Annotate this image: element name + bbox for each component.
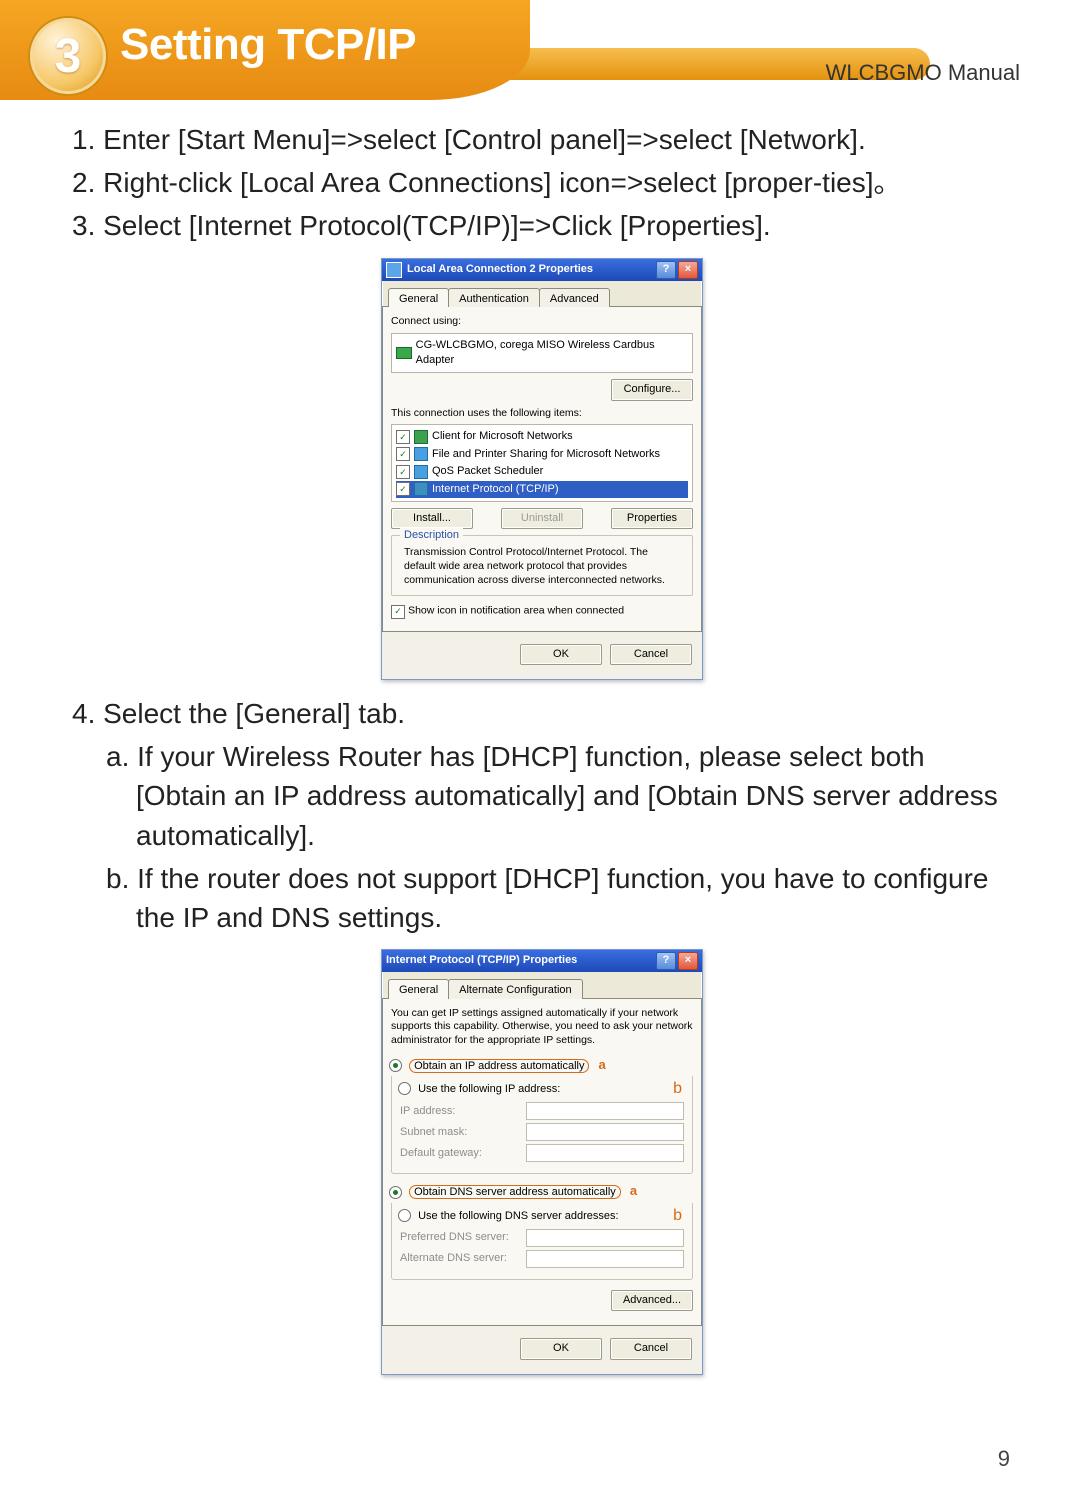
window-icon — [386, 262, 402, 278]
tcpip-icon — [414, 482, 428, 496]
item-tcpip: Internet Protocol (TCP/IP) — [432, 482, 559, 497]
panel-general: Connect using: CG-WLCBGMO, corega MISO W… — [382, 306, 702, 632]
ok-button[interactable]: OK — [520, 644, 602, 665]
step-3: 3. Select [Internet Protocol(TCP/IP)]=>C… — [72, 206, 1012, 245]
adns-input[interactable] — [526, 1250, 684, 1268]
chapter-title: Setting TCP/IP — [120, 20, 416, 70]
close-button[interactable]: × — [678, 261, 698, 279]
opt-manual-ip: Use the following IP address: — [418, 1083, 560, 1095]
cancel-button[interactable]: Cancel — [610, 1338, 692, 1359]
panel-general: You can get IP settings assigned automat… — [382, 998, 702, 1327]
manual-dns-block: b Use the following DNS server addresses… — [391, 1203, 693, 1280]
step-2: 2. Right-click [Local Area Connections] … — [72, 163, 1012, 202]
step-4: 4. Select the [General] tab. — [72, 694, 1012, 733]
titlebar: Local Area Connection 2 Properties ? × — [382, 259, 702, 281]
checkbox-icon[interactable]: ✓ — [396, 430, 410, 444]
description-label: Description — [400, 528, 463, 543]
fileprint-icon — [414, 447, 428, 461]
manual-ip-block: b Use the following IP address: IP addre… — [391, 1076, 693, 1174]
intro-text: You can get IP settings assigned automat… — [391, 1007, 693, 1048]
help-button[interactable]: ? — [656, 261, 676, 279]
pdns-input[interactable] — [526, 1229, 684, 1247]
annotation-a: a — [630, 1182, 637, 1200]
radio-manual-ip[interactable] — [398, 1082, 411, 1095]
radio-manual-dns[interactable] — [398, 1209, 411, 1222]
item-qos: QoS Packet Scheduler — [432, 464, 543, 479]
checkbox-icon[interactable]: ✓ — [396, 465, 410, 479]
items-list[interactable]: ✓ Client for Microsoft Networks ✓ File and… — [391, 424, 693, 502]
connect-using-label: Connect using: — [391, 315, 693, 329]
tab-advanced[interactable]: Advanced — [539, 288, 610, 307]
ip-input[interactable] — [526, 1102, 684, 1120]
item-fileprint: File and Printer Sharing for Microsoft N… — [432, 447, 660, 462]
ok-button[interactable]: OK — [520, 1338, 602, 1359]
cancel-button[interactable]: Cancel — [610, 644, 692, 665]
adapter-box: CG-WLCBGMO, corega MISO Wireless Cardbus… — [391, 333, 693, 374]
opt-auto-dns: Obtain DNS server address automatically — [409, 1185, 621, 1199]
annotation-a: a — [599, 1056, 606, 1074]
description-text: Transmission Control Protocol/Internet P… — [404, 546, 680, 587]
annotation-b: b — [673, 1205, 682, 1227]
radio-auto-dns[interactable] — [389, 1186, 402, 1199]
nic-icon — [396, 347, 412, 359]
tab-alternate[interactable]: Alternate Configuration — [448, 979, 583, 998]
tab-authentication[interactable]: Authentication — [448, 288, 540, 307]
properties-button[interactable]: Properties — [611, 508, 693, 529]
page-content: 1. Enter [Start Menu]=>select [Control p… — [0, 100, 1080, 1375]
window-title: Internet Protocol (TCP/IP) Properties — [386, 953, 577, 968]
checkbox-icon[interactable]: ✓ — [396, 482, 410, 496]
chapter-number-circle: 3 — [30, 18, 106, 94]
adns-label: Alternate DNS server: — [400, 1251, 520, 1266]
gw-input[interactable] — [526, 1144, 684, 1162]
opt-auto-ip: Obtain an IP address automatically — [409, 1059, 589, 1073]
checkbox-icon[interactable]: ✓ — [396, 447, 410, 461]
configure-button[interactable]: Configure... — [611, 379, 693, 400]
items-label: This connection uses the following items… — [391, 407, 693, 421]
opt-manual-dns: Use the following DNS server addresses: — [418, 1210, 619, 1222]
dialog-tcpip-properties: Internet Protocol (TCP/IP) Properties ? … — [381, 949, 703, 1375]
page-number: 9 — [998, 1446, 1010, 1472]
dialog-lac-properties: Local Area Connection 2 Properties ? × G… — [381, 258, 703, 681]
adapter-name: CG-WLCBGMO, corega MISO Wireless Cardbus… — [416, 338, 688, 369]
radio-auto-ip[interactable] — [389, 1059, 402, 1072]
step-1: 1. Enter [Start Menu]=>select [Control p… — [72, 120, 1012, 159]
help-button[interactable]: ? — [656, 952, 676, 970]
titlebar: Internet Protocol (TCP/IP) Properties ? … — [382, 950, 702, 972]
client-icon — [414, 430, 428, 444]
ip-label: IP address: — [400, 1104, 520, 1119]
gw-label: Default gateway: — [400, 1146, 520, 1161]
show-icon-label: Show icon in notification area when conn… — [408, 605, 624, 617]
uninstall-button: Uninstall — [501, 508, 583, 529]
annotation-b: b — [673, 1078, 682, 1100]
window-title: Local Area Connection 2 Properties — [407, 262, 593, 277]
item-client: Client for Microsoft Networks — [432, 429, 573, 444]
mask-input[interactable] — [526, 1123, 684, 1141]
tab-general[interactable]: General — [388, 288, 449, 307]
tab-bar: General Authentication Advanced — [388, 287, 702, 306]
pdns-label: Preferred DNS server: — [400, 1230, 520, 1245]
mask-label: Subnet mask: — [400, 1125, 520, 1140]
chapter-number: 3 — [55, 29, 82, 84]
step-4a: a. If your Wireless Router has [DHCP] fu… — [106, 737, 1012, 855]
advanced-button[interactable]: Advanced... — [611, 1290, 693, 1311]
close-button[interactable]: × — [678, 952, 698, 970]
manual-label: WLCBGMO Manual — [826, 60, 1020, 86]
qos-icon — [414, 465, 428, 479]
checkbox-icon[interactable]: ✓ — [391, 605, 405, 619]
install-button[interactable]: Install... — [391, 508, 473, 529]
tab-bar: General Alternate Configuration — [388, 978, 702, 997]
description-group: Description Transmission Control Protoco… — [391, 535, 693, 596]
step-4b: b. If the router does not support [DHCP]… — [106, 859, 1012, 937]
tab-general[interactable]: General — [388, 979, 449, 998]
